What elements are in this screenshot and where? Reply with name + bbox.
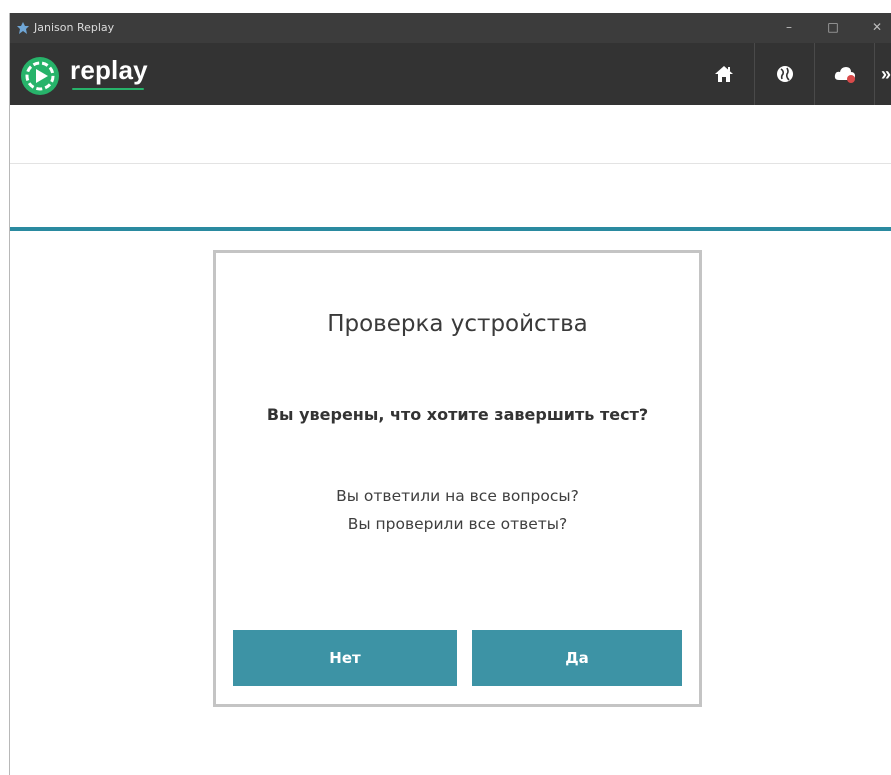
dialog-reminder-line: Вы проверили все ответы?	[347, 515, 568, 533]
app-header: replay »	[10, 43, 891, 105]
logo-underline	[72, 88, 144, 90]
globe-icon	[777, 66, 793, 82]
more-button[interactable]: »	[874, 43, 891, 105]
logo-text: replay	[70, 55, 148, 85]
minimize-button[interactable]: –	[767, 13, 811, 43]
home-button[interactable]	[694, 43, 754, 105]
app-window: Janison Replay – □ ✕ replay » Проверка у…	[9, 13, 891, 775]
accent-divider	[10, 227, 891, 231]
dialog-title: Проверка устройства	[327, 311, 588, 337]
dialog-reminder-line: Вы ответили на все вопросы?	[336, 487, 579, 505]
confirm-dialog: Проверка устройства Вы уверены, что хоти…	[213, 250, 702, 707]
app-icon	[17, 22, 29, 34]
yes-button[interactable]: Да	[472, 630, 682, 686]
home-icon	[715, 66, 733, 82]
close-button[interactable]: ✕	[855, 13, 891, 43]
maximize-button[interactable]: □	[811, 13, 855, 43]
replay-logo-icon	[21, 57, 59, 95]
cloud-icon	[834, 67, 855, 83]
toolbar-divider	[10, 163, 891, 164]
language-button[interactable]	[754, 43, 815, 105]
title-bar: Janison Replay – □ ✕	[10, 13, 891, 43]
window-title: Janison Replay	[34, 21, 115, 34]
no-button[interactable]: Нет	[233, 630, 457, 686]
sync-button[interactable]	[814, 43, 875, 105]
dialog-question: Вы уверены, что хотите завершить тест?	[266, 405, 649, 424]
